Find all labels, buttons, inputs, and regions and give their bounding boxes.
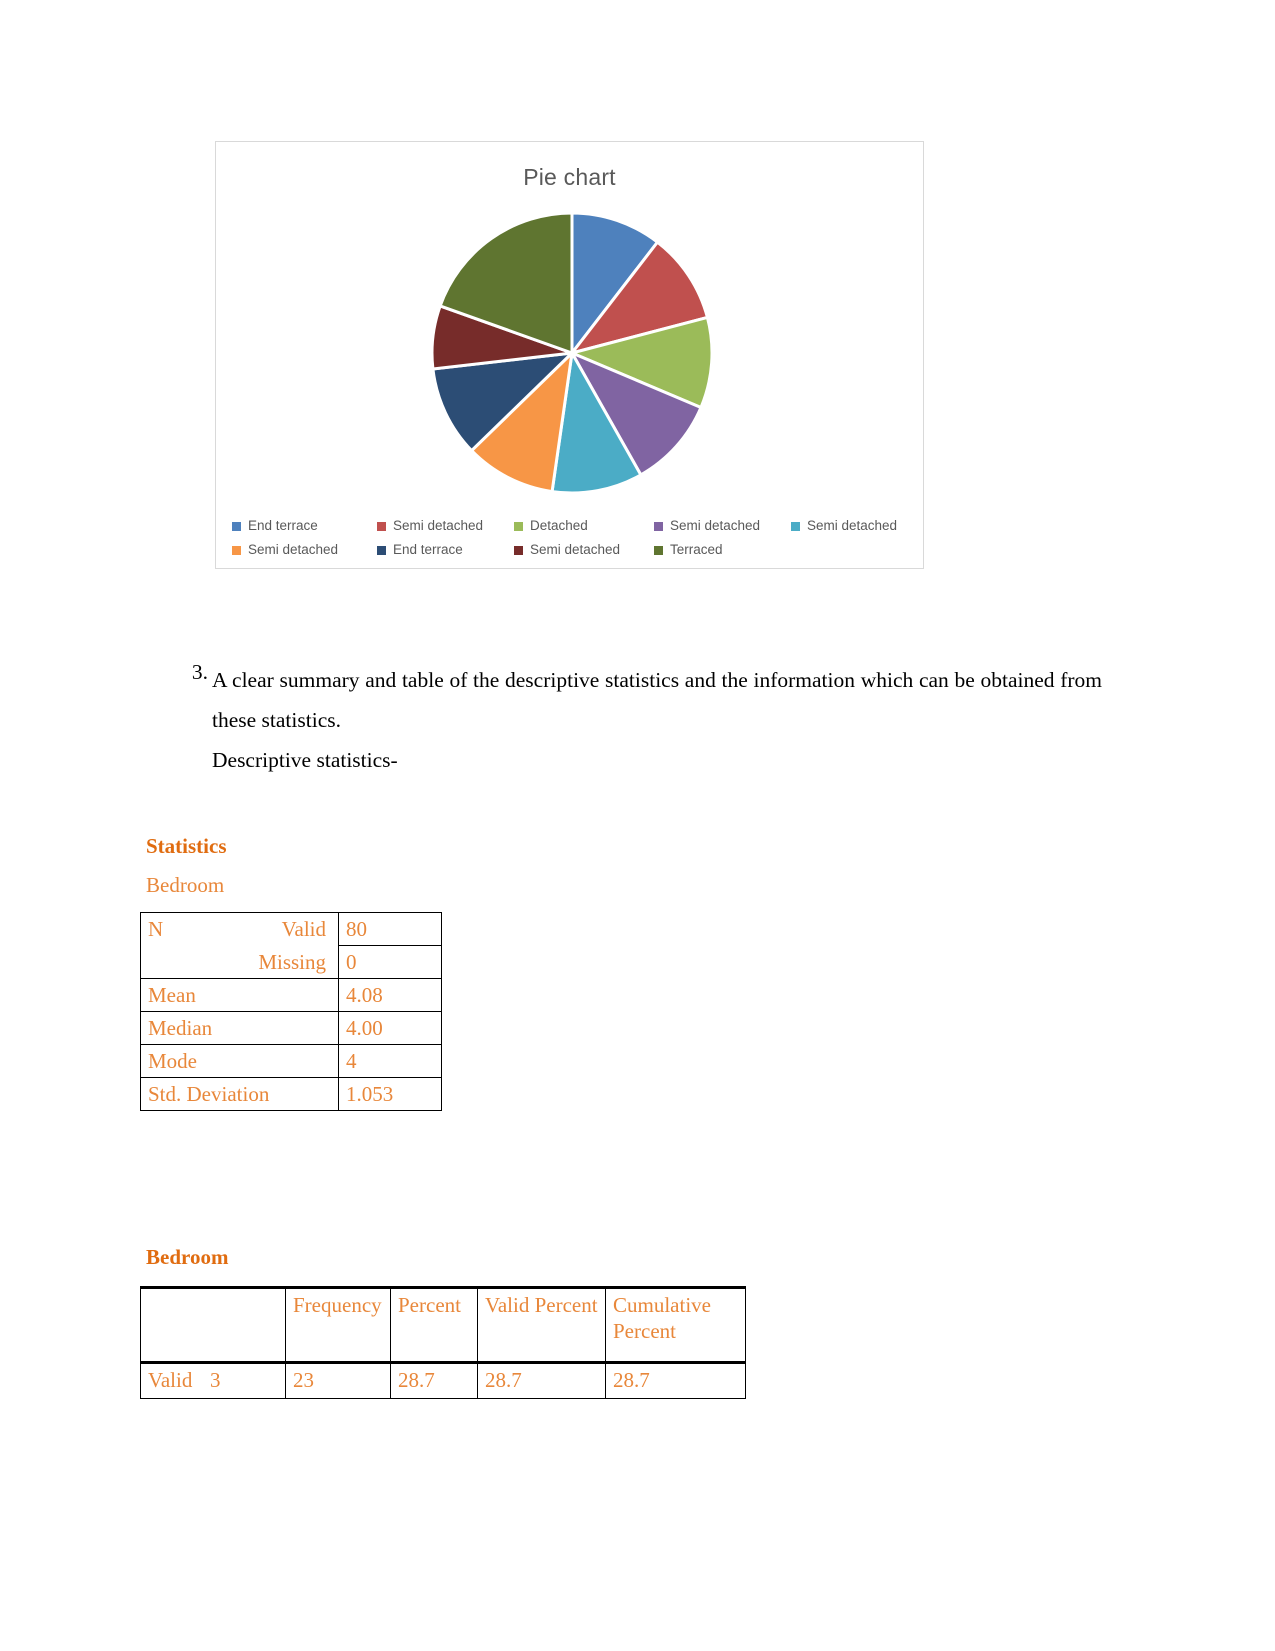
frequency-table: Frequency Percent Valid Percent Cumulati…: [140, 1286, 746, 1399]
legend-label: Semi detached: [530, 542, 621, 558]
table-row: Valid 3 23 28.7 28.7 28.7: [140, 1361, 746, 1399]
list-number: 3.: [191, 660, 208, 684]
row-group-label: Valid: [148, 1368, 193, 1392]
stat-label: [140, 945, 233, 979]
statistics-table-title: Statistics: [146, 834, 227, 858]
pie-chart-container: Pie chart End terrace Semi detached Deta…: [215, 141, 924, 569]
legend-item[interactable]: Terraced: [654, 538, 723, 562]
row-category-label: 3: [210, 1368, 221, 1392]
table-row: N Valid 80: [140, 912, 442, 946]
table-row: Mode 4: [140, 1044, 442, 1078]
legend-row: Semi detached End terrace Semi detached …: [232, 538, 910, 562]
numbered-list-item: 3. A clear summary and table of the desc…: [142, 660, 1102, 780]
stat-label: Std. Deviation: [140, 1077, 339, 1111]
pie-chart-graphic: [429, 210, 715, 496]
legend-label: Semi detached: [393, 518, 484, 534]
legend-color-swatch-icon: [654, 545, 663, 555]
stat-value: 80: [338, 912, 442, 946]
col-header-blank: [140, 1286, 286, 1363]
stat-value: 0: [338, 945, 442, 979]
stat-label: N: [140, 912, 233, 946]
table-row: Mean 4.08: [140, 978, 442, 1012]
legend-label: Terraced: [670, 542, 723, 558]
stat-value: 4.08: [338, 978, 442, 1012]
legend-label: Semi detached: [670, 518, 761, 534]
stat-value: 4: [338, 1044, 442, 1078]
table-row: Missing 0: [140, 945, 442, 979]
legend-color-swatch-icon: [514, 521, 523, 531]
legend-label: End terrace: [393, 542, 463, 558]
legend-item[interactable]: Semi detached: [377, 514, 514, 538]
descriptive-statistics-label: Descriptive statistics-: [212, 748, 398, 772]
legend-row: End terrace Semi detached Detached Semi …: [232, 514, 910, 538]
legend-color-swatch-icon: [377, 545, 386, 555]
col-header-cumulative-percent: Cumulative Percent: [605, 1286, 746, 1363]
legend-color-swatch-icon: [232, 521, 241, 531]
legend-item[interactable]: End terrace: [377, 538, 514, 562]
legend-item[interactable]: Semi detached: [514, 538, 654, 562]
stat-label: Mode: [140, 1044, 339, 1078]
pie-svg: [430, 211, 714, 495]
chart-legend: End terrace Semi detached Detached Semi …: [232, 514, 910, 562]
legend-color-swatch-icon: [377, 521, 386, 531]
legend-item[interactable]: Semi detached: [232, 538, 377, 562]
stat-sublabel: Valid: [233, 912, 339, 946]
legend-label: Semi detached: [807, 518, 898, 534]
frequency-table-title: Bedroom: [146, 1245, 229, 1269]
stat-label: Median: [140, 1011, 339, 1045]
legend-label: Detached: [530, 518, 588, 534]
table-row: Std. Deviation 1.053: [140, 1077, 442, 1111]
stat-sublabel: Missing: [233, 945, 339, 979]
cell-valid-percent: 28.7: [477, 1361, 606, 1399]
stat-label: Mean: [140, 978, 339, 1012]
row-label: Valid 3: [140, 1361, 286, 1399]
cell-frequency: 23: [285, 1361, 391, 1399]
list-item-text: A clear summary and table of the descrip…: [212, 668, 1102, 732]
col-header-percent: Percent: [390, 1286, 478, 1363]
legend-label: Semi detached: [248, 542, 339, 558]
stat-value: 4.00: [338, 1011, 442, 1045]
cell-percent: 28.7: [390, 1361, 478, 1399]
table-header-row: Frequency Percent Valid Percent Cumulati…: [140, 1286, 746, 1363]
cell-cumulative-percent: 28.7: [605, 1361, 746, 1399]
legend-color-swatch-icon: [514, 545, 523, 555]
legend-color-swatch-icon: [654, 521, 663, 531]
chart-title: Pie chart: [523, 164, 616, 190]
legend-item[interactable]: Detached: [514, 514, 654, 538]
legend-label: End terrace: [248, 518, 318, 534]
col-header-valid-percent: Valid Percent: [477, 1286, 606, 1363]
table-row: Median 4.00: [140, 1011, 442, 1045]
legend-color-swatch-icon: [232, 545, 241, 555]
legend-item[interactable]: End terrace: [232, 514, 377, 538]
list-item-body: A clear summary and table of the descrip…: [212, 660, 1102, 780]
legend-item[interactable]: Semi detached: [654, 514, 791, 538]
statistics-table: N Valid 80 Missing 0 Mean 4.08 Median 4.…: [140, 912, 442, 1111]
statistics-table-subtitle: Bedroom: [146, 873, 225, 897]
legend-color-swatch-icon: [791, 521, 800, 531]
legend-item[interactable]: Semi detached: [791, 514, 897, 538]
stat-value: 1.053: [338, 1077, 442, 1111]
col-header-frequency: Frequency: [285, 1286, 391, 1363]
